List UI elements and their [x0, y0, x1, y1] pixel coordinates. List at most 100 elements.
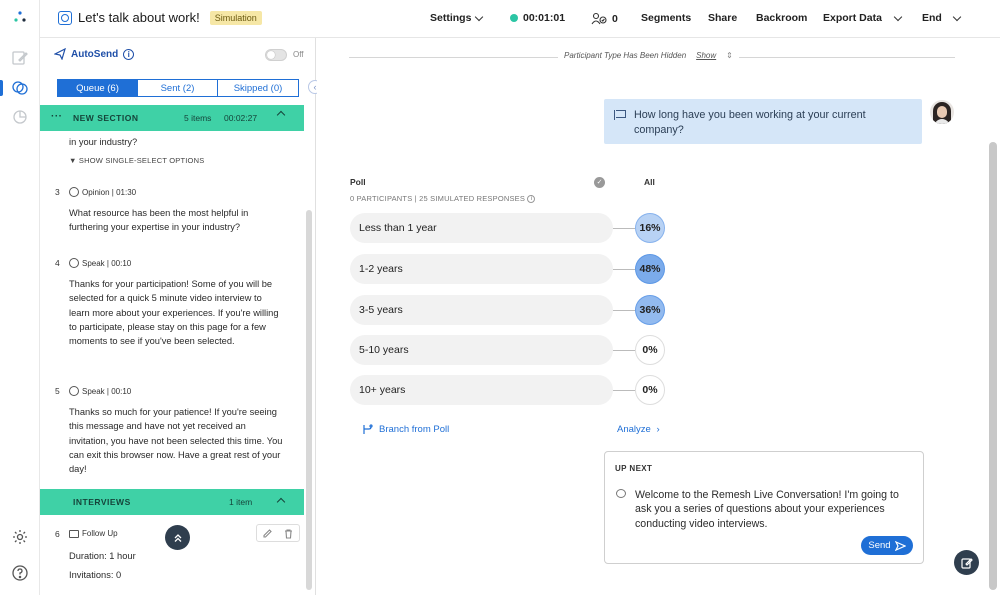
- question-type-time: Opinion | 01:30: [82, 187, 137, 197]
- branch-from-poll-button[interactable]: Branch from Poll: [362, 424, 449, 435]
- poll-connector: [613, 269, 635, 270]
- poll-connector: [613, 310, 635, 311]
- compose-button[interactable]: [954, 550, 979, 575]
- tab-queue[interactable]: Queue (6): [57, 79, 138, 97]
- poll-connector: [613, 350, 635, 351]
- simulation-badge: Simulation: [209, 10, 262, 25]
- poll-option-label: Less than 1 year: [359, 222, 437, 234]
- share-button[interactable]: Share: [708, 12, 737, 24]
- scroll-to-top-button[interactable]: [165, 525, 190, 550]
- queue-panel: AutoSend i Off Queue (6) Sent (2) Skippe…: [40, 38, 322, 595]
- poll-option-label: 3-5 years: [359, 304, 403, 316]
- left-rail: [0, 0, 40, 595]
- avatar: [930, 100, 954, 124]
- show-link[interactable]: Show: [696, 51, 716, 60]
- section-item-count: 1 item: [229, 497, 253, 507]
- participants-icon: [591, 12, 607, 25]
- question-partial-text: in your industry?: [69, 137, 138, 147]
- segments-button[interactable]: Segments: [641, 12, 691, 24]
- section-item-count: 5 items: [184, 113, 212, 123]
- poll-connector: [613, 390, 635, 391]
- question-text[interactable]: What resource has been the most helpful …: [69, 206, 284, 235]
- question-meta: Speak | 00:10: [69, 258, 131, 268]
- export-data-menu[interactable]: Export Data: [823, 12, 903, 24]
- compose-icon: [960, 557, 973, 569]
- section-header-interviews[interactable]: INTERVIEWS 1 item: [40, 489, 304, 515]
- timer-value: 00:01:01: [523, 12, 566, 24]
- question-text[interactable]: Thanks so much for your patience! If you…: [69, 405, 284, 476]
- up-next-title: UP NEXT: [615, 464, 653, 473]
- poll-option-label: 5-10 years: [359, 344, 409, 356]
- branch-label: Branch from Poll: [379, 424, 450, 435]
- poll-connector: [613, 228, 635, 229]
- flag-icon: [614, 110, 626, 120]
- section-header-new-section[interactable]: ··· NEW SECTION 5 items 00:02:27: [40, 105, 304, 131]
- gear-icon[interactable]: [11, 528, 29, 546]
- chevron-up-icon[interactable]: [276, 497, 286, 507]
- conversation-icon: [58, 10, 72, 25]
- pencil-icon[interactable]: [262, 528, 273, 539]
- conversation-main: Participant Type Has Been Hidden Show ⇕ …: [317, 38, 1000, 595]
- section-title: NEW SECTION: [73, 113, 139, 123]
- trash-icon[interactable]: [283, 528, 294, 539]
- participants-indicator[interactable]: 0: [591, 12, 618, 25]
- analytics-icon[interactable]: [11, 108, 29, 126]
- video-icon: [69, 529, 79, 538]
- followup-duration: Duration: 1 hour: [69, 551, 136, 561]
- analyze-link[interactable]: Analyze ›: [617, 424, 660, 435]
- info-icon[interactable]: i: [123, 48, 135, 60]
- title-area: Let's talk about work! Simulation: [58, 10, 262, 25]
- queue-tabs: Queue (6) Sent (2) Skipped (0): [57, 79, 299, 97]
- chevron-down-icon: [893, 12, 903, 21]
- speak-icon: [69, 386, 79, 396]
- show-options-toggle[interactable]: ▼ SHOW SINGLE-SELECT OPTIONS: [69, 156, 204, 165]
- send-button[interactable]: Send: [861, 536, 913, 555]
- opinion-icon: [69, 187, 79, 197]
- poll-option[interactable]: 1-2 years: [350, 254, 613, 284]
- poll-option-percent: 48%: [635, 254, 665, 284]
- timer-status-icon: [510, 14, 518, 22]
- poll-option-label: 10+ years: [359, 384, 406, 396]
- hidden-notice: Participant Type Has Been Hidden Show ⇕: [558, 51, 739, 60]
- poll-option-percent: 0%: [635, 335, 665, 365]
- participant-count: 0: [612, 12, 618, 25]
- up-next-card: UP NEXT Welcome to the Remesh Live Conve…: [604, 451, 924, 564]
- poll-option-percent: 0%: [635, 375, 665, 405]
- settings-menu[interactable]: Settings: [430, 12, 484, 24]
- autosend-label: AutoSend: [71, 48, 119, 60]
- poll-option[interactable]: 10+ years: [350, 375, 613, 405]
- hidden-notice-text: Participant Type Has Been Hidden: [564, 51, 687, 60]
- check-icon[interactable]: ✓: [594, 177, 605, 188]
- app-logo-icon[interactable]: [13, 10, 27, 26]
- poll-option[interactable]: 5-10 years: [350, 335, 613, 365]
- autosend-toggle[interactable]: [265, 49, 287, 61]
- conversation-title[interactable]: Let's talk about work!: [78, 10, 200, 25]
- poll-option-label: 1-2 years: [359, 263, 403, 275]
- speak-icon: [69, 258, 79, 268]
- info-icon[interactable]: i: [527, 195, 536, 204]
- end-menu[interactable]: End: [922, 12, 962, 24]
- section-duration: 00:02:27: [224, 113, 258, 123]
- tab-sent[interactable]: Sent (2): [138, 79, 218, 97]
- backroom-button[interactable]: Backroom: [756, 12, 807, 24]
- poll-option[interactable]: 3-5 years: [350, 295, 613, 325]
- chat-icon[interactable]: [11, 79, 29, 97]
- active-indicator: [0, 80, 3, 96]
- question-text[interactable]: Thanks for your participation! Some of y…: [69, 277, 284, 348]
- main-scrollbar[interactable]: [989, 142, 997, 590]
- question-number: 5: [55, 386, 60, 396]
- more-options-icon[interactable]: ···: [51, 111, 63, 122]
- sort-icon[interactable]: ⇕: [726, 51, 733, 60]
- panel-scrollbar[interactable]: [306, 210, 312, 590]
- question-number: 3: [55, 187, 60, 197]
- poll-subtitle-text: 0 PARTICIPANTS | 25 SIMULATED RESPONSES: [350, 194, 526, 203]
- help-icon[interactable]: [11, 564, 29, 582]
- end-label: End: [922, 12, 942, 24]
- timer: 00:01:01: [510, 12, 565, 24]
- poll-column-all: All: [644, 177, 655, 187]
- branch-icon: [363, 424, 373, 434]
- tab-skipped[interactable]: Skipped (0): [218, 79, 299, 97]
- edit-icon[interactable]: [11, 49, 29, 67]
- chevron-up-icon[interactable]: [276, 110, 286, 120]
- poll-option[interactable]: Less than 1 year: [350, 213, 613, 243]
